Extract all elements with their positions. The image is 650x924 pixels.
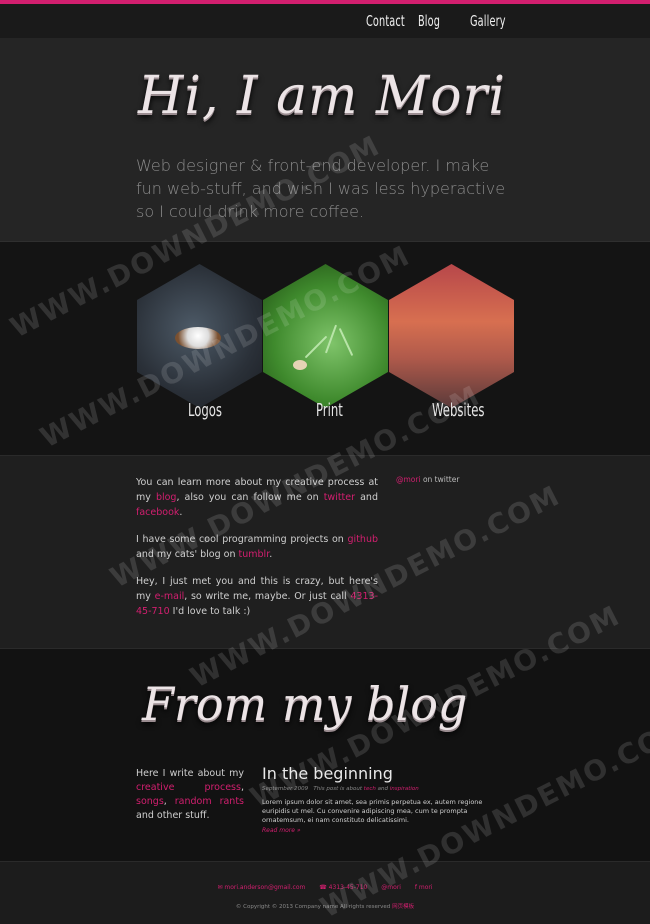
facebook-link[interactable]: facebook — [136, 507, 179, 518]
read-more-link[interactable]: Read more » — [262, 827, 512, 834]
about-paragraph-3: Hey, I just met you and this is crazy, b… — [136, 576, 378, 617]
blog-post: In the beginning September 2009 This pos… — [262, 764, 512, 834]
footer-twitter-link[interactable]: @mori — [381, 884, 401, 891]
nav-blog[interactable]: Blog — [418, 12, 444, 30]
leaf-detail — [293, 360, 307, 370]
top-bar: Contact Blog Gallery — [0, 0, 650, 38]
about-paragraph-2: I have some cool programming projects on… — [136, 534, 378, 560]
gallery-label-logos[interactable]: Logos — [188, 400, 222, 421]
twitter-link[interactable]: twitter — [324, 492, 355, 503]
portfolio-gallery: Logos Print Websites — [0, 242, 650, 456]
about-section: You can learn more about my creative pro… — [0, 456, 650, 649]
blog-intro: Here I write about my creative process, … — [136, 768, 244, 821]
copyright-link[interactable]: 网页模板 — [392, 904, 414, 910]
hero-title: Hi, I am Mori — [138, 66, 506, 126]
footer: ✉ mori.anderson@gmail.com ☎ 4313-45-710 … — [0, 862, 650, 922]
blog-link[interactable]: blog — [156, 492, 177, 503]
github-link[interactable]: github — [348, 534, 378, 545]
tag-inspiration-link[interactable]: inspiration — [390, 786, 419, 792]
tumblr-link[interactable]: tumblr — [239, 549, 270, 560]
gallery-label-print[interactable]: Print — [316, 400, 343, 421]
nav-contact[interactable]: Contact — [366, 12, 405, 30]
creative-process-link[interactable]: creative process — [136, 782, 241, 793]
about-text: You can learn more about my creative pro… — [136, 475, 378, 631]
hero-section: Hi, I am Mori Web designer & front-end d… — [0, 38, 650, 242]
random-rants-link[interactable]: random rants — [175, 796, 244, 807]
twitter-handle-link[interactable]: @mori — [396, 475, 421, 484]
twitter-widget: @mori on twitter — [396, 475, 460, 484]
post-excerpt: Lorem ipsum dolor sit amet, sea primis p… — [262, 798, 483, 824]
main-nav: Contact Blog Gallery — [366, 12, 506, 30]
email-link[interactable]: e-mail — [155, 591, 185, 602]
post-title[interactable]: In the beginning — [262, 764, 512, 783]
blog-section: From my blog Here I write about my creat… — [0, 649, 650, 862]
post-meta: September 2009 This post is about tech a… — [262, 786, 419, 792]
nav-gallery[interactable]: Gallery — [470, 12, 505, 30]
about-paragraph-1: You can learn more about my creative pro… — [136, 477, 378, 518]
footer-phone-link[interactable]: ☎ 4313-45-710 — [319, 884, 367, 891]
songs-link[interactable]: songs — [136, 796, 164, 807]
gallery-label-websites[interactable]: Websites — [432, 400, 484, 421]
footer-links: ✉ mori.anderson@gmail.com ☎ 4313-45-710 … — [0, 884, 650, 891]
shell-image-detail — [175, 327, 221, 349]
blog-title: From my blog — [142, 677, 468, 731]
copyright: © Copyright © 2013 Company name All righ… — [235, 904, 415, 910]
footer-email-link[interactable]: ✉ mori.anderson@gmail.com — [217, 884, 305, 891]
hero-subtitle: Web designer & front-end developer. I ma… — [136, 156, 506, 221]
footer-facebook-link[interactable]: f mori — [415, 884, 433, 891]
websites-hexagon-image[interactable] — [389, 264, 514, 408]
tag-tech-link[interactable]: tech — [364, 786, 376, 792]
